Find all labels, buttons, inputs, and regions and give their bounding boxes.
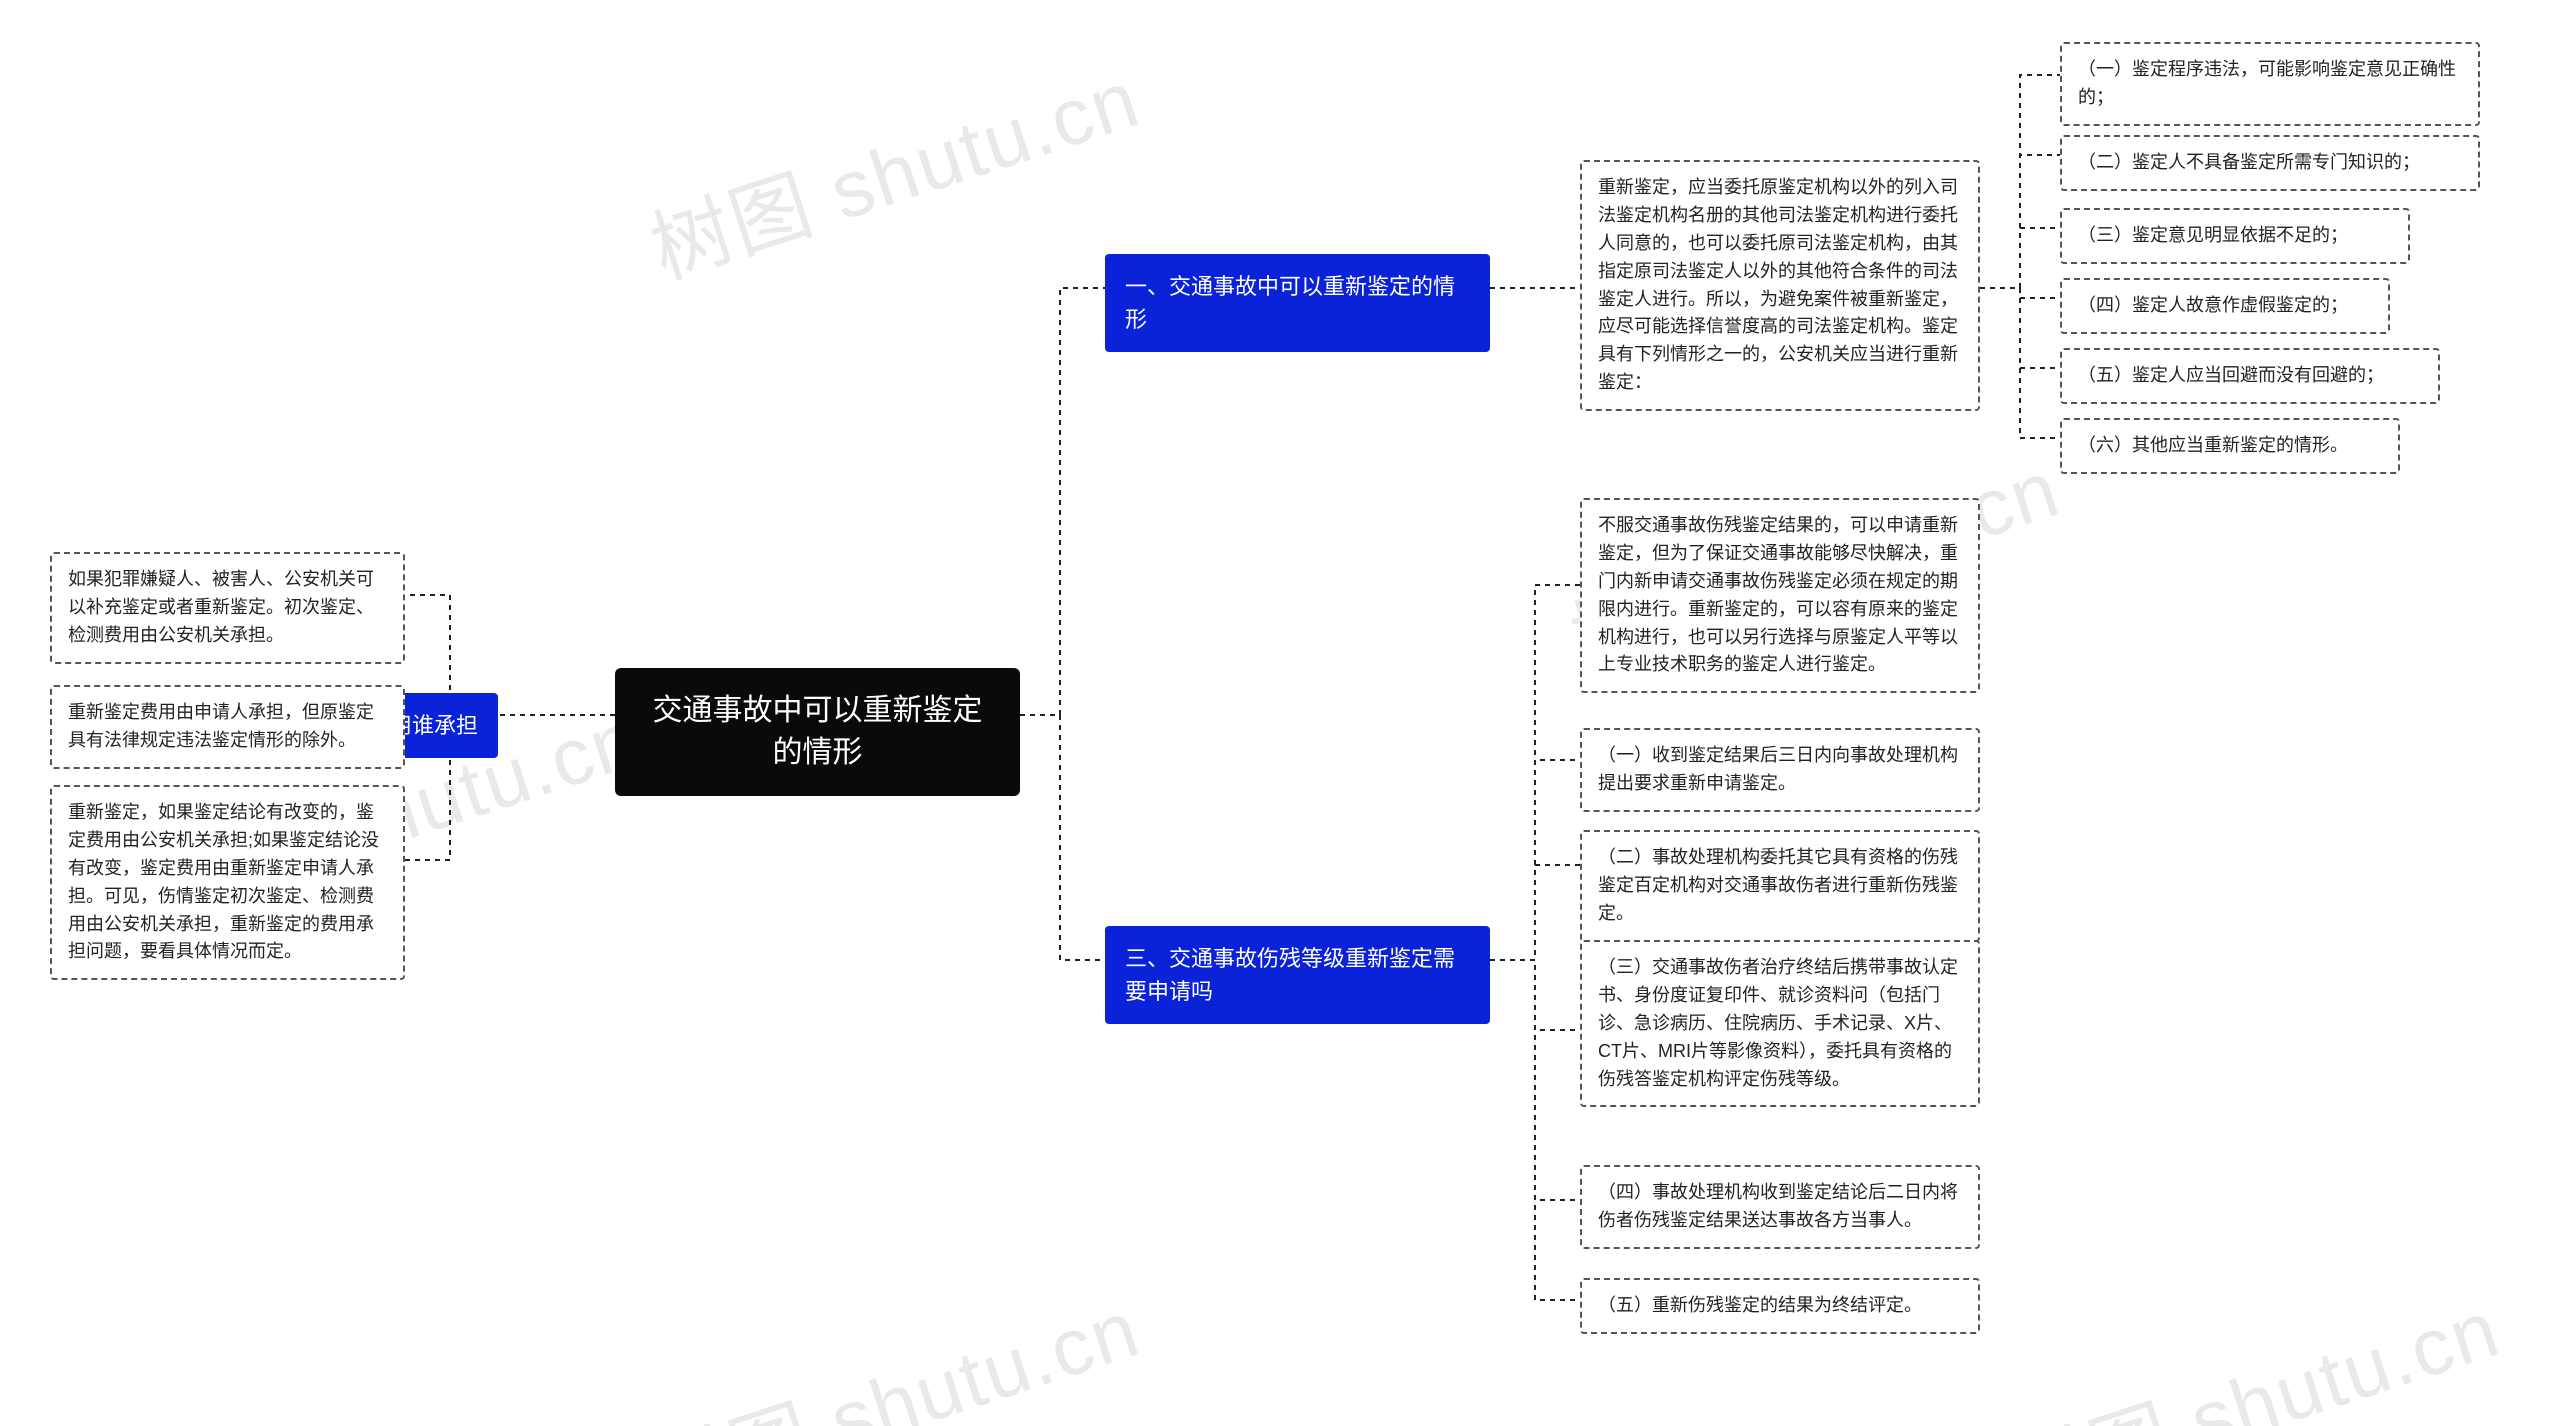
branch-1-leaf-6[interactable]: （六）其他应当重新鉴定的情形。 <box>2060 418 2400 474</box>
branch-3-leaf-1[interactable]: 不服交通事故伤残鉴定结果的，可以申请重新鉴定，但为了保证交通事故能够尽快解决，重… <box>1580 498 1980 693</box>
branch-1-leaf-4[interactable]: （四）鉴定人故意作虚假鉴定的； <box>2060 278 2390 334</box>
branch-1-leaf-2[interactable]: （二）鉴定人不具备鉴定所需专门知识的； <box>2060 135 2480 191</box>
branch-3-leaf-3[interactable]: （二）事故处理机构委托其它具有资格的伤残鉴定百定机构对交通事故伤者进行重新伤残鉴… <box>1580 830 1980 942</box>
branch-3-leaf-5[interactable]: （四）事故处理机构收到鉴定结论后二日内将伤者伤残鉴定结果送达事故各方当事人。 <box>1580 1165 1980 1249</box>
branch-2-leaf-1[interactable]: 如果犯罪嫌疑人、被害人、公安机关可以补充鉴定或者重新鉴定。初次鉴定、检测费用由公… <box>50 552 405 664</box>
branch-1-leaf-5[interactable]: （五）鉴定人应当回避而没有回避的； <box>2060 348 2440 404</box>
mindmap-root[interactable]: 交通事故中可以重新鉴定的情形 <box>615 668 1020 796</box>
branch-1-desc-leaf[interactable]: 重新鉴定，应当委托原鉴定机构以外的列入司法鉴定机构名册的其他司法鉴定机构进行委托… <box>1580 160 1980 411</box>
mindmap-branch-1[interactable]: 一、交通事故中可以重新鉴定的情形 <box>1105 254 1490 352</box>
branch-3-leaf-2[interactable]: （一）收到鉴定结果后三日内向事故处理机构提出要求重新申请鉴定。 <box>1580 728 1980 812</box>
branch-1-leaf-1[interactable]: （一）鉴定程序违法，可能影响鉴定意见正确性的； <box>2060 42 2480 126</box>
mindmap-branch-3[interactable]: 三、交通事故伤残等级重新鉴定需要申请吗 <box>1105 926 1490 1024</box>
branch-1-leaf-3[interactable]: （三）鉴定意见明显依据不足的； <box>2060 208 2410 264</box>
branch-2-leaf-3[interactable]: 重新鉴定，如果鉴定结论有改变的，鉴定费用由公安机关承担;如果鉴定结论没有改变，鉴… <box>50 785 405 980</box>
branch-2-leaf-2[interactable]: 重新鉴定费用由申请人承担，但原鉴定具有法律规定违法鉴定情形的除外。 <box>50 685 405 769</box>
branch-3-leaf-4[interactable]: （三）交通事故伤者治疗终结后携带事故认定书、身份度证复印件、就诊资料问（包括门诊… <box>1580 940 1980 1107</box>
branch-3-leaf-6[interactable]: （五）重新伤残鉴定的结果为终结评定。 <box>1580 1278 1980 1334</box>
